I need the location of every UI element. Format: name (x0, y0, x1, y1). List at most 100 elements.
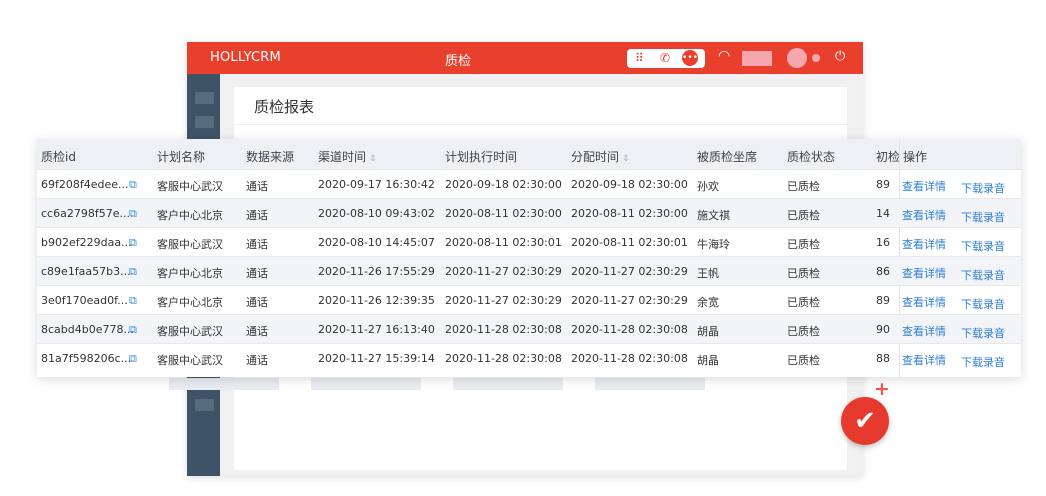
copy-icon[interactable]: ⧉ (129, 294, 137, 308)
table-row: 8cabd4b0e778... 客服中心武汉 通话 2020-11-27 16:13:… (37, 314, 1021, 344)
table-row: 3e0f170ead0f... 客户中心北京 通话 2020-11-26 12:39:… (37, 285, 1021, 315)
row-assign-time: 2020-08-11 02:30:00 (571, 207, 688, 220)
row-score: 86 (876, 265, 890, 278)
download-recording-link[interactable]: 下载录音 (961, 209, 1005, 225)
header-exec-time: 计划执行时间 (445, 150, 518, 164)
row-plan: 客服中心武汉 (157, 325, 223, 338)
phone-icon[interactable]: ✆ (660, 51, 670, 65)
table-row: 69f208f4edee... 客服中心武汉 通话 2020-09-17 16:30:… (37, 169, 1021, 199)
header-assign-time[interactable]: 分配时间 ⇕ (571, 148, 630, 165)
presence-dot (812, 54, 820, 62)
table-row: b902ef229daa... 客服中心武汉 通话 2020-08-10 14:45:… (37, 227, 1021, 257)
chat-icon[interactable]: ••• (682, 50, 698, 66)
row-exec-time: 2020-11-27 02:30:29 (445, 265, 562, 278)
header-actions: 操作 (903, 150, 928, 164)
row-source: 通话 (246, 296, 268, 309)
download-recording-link[interactable]: 下载录音 (961, 238, 1005, 254)
row-agent: 王帆 (697, 267, 719, 280)
row-assign-time: 2020-11-28 02:30:08 (571, 352, 688, 365)
checkmark-icon: ✔ (854, 406, 876, 436)
table-row: cc6a2798f57e... 客户中心北京 通话 2020-08-10 09:43:… (37, 198, 1021, 228)
row-assign-time: 2020-11-28 02:30:08 (571, 323, 688, 336)
row-source: 通话 (246, 238, 268, 251)
row-score: 88 (876, 352, 890, 365)
row-plan: 客户中心北京 (157, 209, 223, 222)
top-bar: HOLLYCRM 质检 ⠿ ✆ ••• ◠ ⏻ (187, 42, 863, 74)
sort-icon[interactable]: ⇕ (622, 154, 630, 164)
header-channel-time[interactable]: 渠道时间 ⇕ (318, 148, 377, 165)
copy-icon[interactable]: ⧉ (129, 207, 137, 221)
row-score: 14 (876, 207, 890, 220)
toolbar-chip: ⠿ ✆ ••• (627, 49, 705, 68)
header-score: 初检 (876, 150, 901, 164)
view-details-link[interactable]: 查看详情 (902, 294, 946, 310)
row-id: b902ef229daa... (41, 236, 132, 249)
row-id: 81a7f598206c... (41, 352, 132, 365)
brand-logo: HOLLYCRM (210, 50, 281, 65)
sidebar-item[interactable] (195, 116, 214, 128)
row-score: 89 (876, 294, 890, 307)
row-agent: 施文祺 (697, 209, 730, 222)
view-details-link[interactable]: 查看详情 (902, 236, 946, 252)
row-plan: 客户中心北京 (157, 267, 223, 280)
copy-icon[interactable]: ⧉ (129, 265, 137, 279)
page-title: 质检报表 (254, 98, 315, 116)
window-title: 质检 (445, 54, 472, 69)
avatar[interactable] (787, 48, 807, 68)
row-exec-time: 2020-09-18 02:30:00 (445, 178, 562, 191)
row-exec-time: 2020-08-11 02:30:00 (445, 207, 562, 220)
row-plan: 客服中心武汉 (157, 180, 223, 193)
row-channel-time: 2020-09-17 16:30:42 (318, 178, 435, 191)
row-status: 已质检 (787, 325, 820, 338)
view-details-link[interactable]: 查看详情 (902, 207, 946, 223)
row-exec-time: 2020-11-27 02:30:29 (445, 294, 562, 307)
copy-icon[interactable]: ⧉ (129, 178, 137, 192)
row-score: 90 (876, 323, 890, 336)
row-source: 通话 (246, 354, 268, 367)
row-id: cc6a2798f57e... (41, 207, 130, 220)
row-exec-time: 2020-11-28 02:30:08 (445, 352, 562, 365)
row-assign-time: 2020-09-18 02:30:00 (571, 178, 688, 191)
copy-icon[interactable]: ⧉ (129, 323, 137, 337)
row-agent: 孙欢 (697, 180, 719, 193)
row-status: 已质检 (787, 209, 820, 222)
download-recording-link[interactable]: 下载录音 (961, 325, 1005, 341)
divider (234, 124, 847, 125)
row-source: 通话 (246, 325, 268, 338)
copy-icon[interactable]: ⧉ (129, 236, 137, 250)
row-score: 89 (876, 178, 890, 191)
download-recording-link[interactable]: 下载录音 (961, 296, 1005, 312)
table-header: 质检id 计划名称 数据来源 渠道时间 ⇕ 计划执行时间 分配时间 ⇕ 被质检坐席 … (37, 139, 1021, 169)
row-status: 已质检 (787, 238, 820, 251)
row-score: 16 (876, 236, 890, 249)
row-exec-time: 2020-11-28 02:30:08 (445, 323, 562, 336)
header-id: 质检id (41, 150, 76, 164)
header-agent: 被质检坐席 (697, 150, 758, 164)
view-details-link[interactable]: 查看详情 (902, 352, 946, 368)
download-recording-link[interactable]: 下载录音 (961, 180, 1005, 196)
table-row: 81a7f598206c... 客服中心武汉 通话 2020-11-27 15:39:… (37, 343, 1021, 373)
placeholder-bar (169, 378, 279, 390)
row-source: 通话 (246, 267, 268, 280)
power-icon[interactable]: ⏻ (835, 49, 845, 64)
placeholder-bar (311, 378, 421, 390)
row-agent: 余宽 (697, 296, 719, 309)
header-status: 质检状态 (787, 150, 836, 164)
grid-icon[interactable]: ⠿ (635, 51, 644, 65)
download-recording-link[interactable]: 下载录音 (961, 354, 1005, 370)
row-id: 8cabd4b0e778... (41, 323, 134, 336)
view-details-link[interactable]: 查看详情 (902, 323, 946, 339)
copy-icon[interactable]: ⧉ (129, 352, 137, 366)
row-agent: 牛海玲 (697, 238, 730, 251)
download-recording-link[interactable]: 下载录音 (961, 267, 1005, 283)
sidebar-item[interactable] (195, 92, 214, 104)
row-agent: 胡晶 (697, 354, 719, 367)
view-details-link[interactable]: 查看详情 (902, 265, 946, 281)
sidebar-item[interactable] (195, 399, 214, 411)
quality-report-table: 质检id 计划名称 数据来源 渠道时间 ⇕ 计划执行时间 分配时间 ⇕ 被质检坐席 … (37, 139, 1021, 377)
row-channel-time: 2020-11-27 16:13:40 (318, 323, 435, 336)
row-status: 已质检 (787, 267, 820, 280)
sort-icon[interactable]: ⇕ (369, 154, 377, 164)
row-channel-time: 2020-11-26 17:55:29 (318, 265, 435, 278)
view-details-link[interactable]: 查看详情 (902, 178, 946, 194)
